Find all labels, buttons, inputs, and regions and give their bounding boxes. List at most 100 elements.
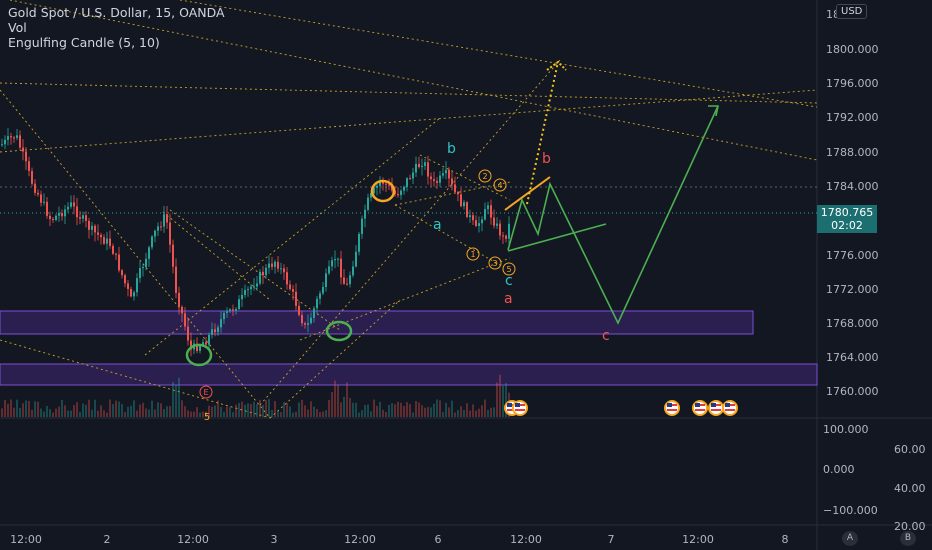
volume-bar	[472, 404, 474, 417]
volume-bar	[118, 401, 120, 417]
candle-body	[43, 201, 45, 203]
candle-body	[115, 253, 117, 255]
volume-bar	[277, 410, 279, 417]
zone-upper[interactable]	[0, 310, 754, 335]
volume-bar	[136, 410, 138, 417]
currency-button[interactable]: USD	[836, 4, 868, 19]
candle-body	[505, 235, 507, 239]
candle-body	[154, 230, 156, 237]
candle-body	[16, 135, 18, 138]
candle-body	[112, 245, 114, 254]
candle-body	[232, 309, 234, 311]
candle-body	[247, 289, 249, 291]
candle-body	[40, 194, 42, 203]
volume-bar	[430, 407, 432, 417]
usd-flag-icon[interactable]	[708, 400, 724, 416]
indicator-axis-left[interactable]: 100.000 0.000 −100.000	[823, 423, 878, 517]
legend-indicator[interactable]: Engulfing Candle (5, 10)	[8, 35, 225, 50]
volume-bar	[301, 399, 303, 417]
candle-body	[301, 314, 303, 324]
usd-flag-icon[interactable]	[722, 400, 738, 416]
candle-body	[421, 165, 423, 168]
volume-bar	[466, 403, 468, 417]
legend-symbol-title[interactable]: Gold Spot / U.S. Dollar, 15, OANDA	[8, 5, 225, 20]
candle-body	[436, 180, 438, 183]
candle-body	[25, 151, 27, 162]
usd-flag-icon[interactable]	[512, 400, 528, 416]
volume-bar	[124, 412, 126, 417]
volume-bar	[502, 385, 504, 417]
volume-bar	[289, 406, 291, 417]
volume-bar	[355, 402, 357, 417]
candle-body	[199, 345, 201, 351]
volume-bar	[307, 409, 309, 417]
price-label: 1784.000	[826, 180, 879, 193]
volume-bar	[415, 400, 417, 417]
candle-body	[286, 272, 288, 285]
candle-body	[229, 309, 231, 312]
indicator-left-label: 0.000	[823, 463, 855, 476]
candle-body	[493, 217, 495, 226]
volume-bar	[142, 402, 144, 417]
usd-flag-icon[interactable]	[692, 400, 708, 416]
legend-volume[interactable]: Vol	[8, 20, 225, 35]
chart-canvas[interactable]: b a c a b c 2 4 1 3 5 E 5 1800.0001796.0…	[0, 0, 932, 550]
price-label: 1792.000	[826, 111, 879, 124]
candle-body	[157, 226, 159, 231]
candle-body	[412, 172, 414, 179]
candle-body	[124, 275, 126, 284]
candle-body	[181, 306, 183, 314]
volume-bar	[223, 411, 225, 417]
time-label: 7	[608, 533, 615, 546]
main-pane[interactable]	[0, 0, 817, 417]
volume-bar	[295, 411, 297, 417]
chart-legend[interactable]: Gold Spot / U.S. Dollar, 15, OANDA Vol E…	[8, 5, 225, 50]
candle-body	[220, 319, 222, 328]
auto-scale-button[interactable]: A	[842, 531, 858, 546]
candle-body	[502, 235, 504, 237]
volume-bar	[385, 411, 387, 417]
candle-body	[241, 294, 243, 300]
candle-body	[457, 191, 459, 195]
volume-bar	[97, 410, 99, 417]
volume-bar	[370, 411, 372, 417]
indicator-axis-right[interactable]: 60.0040.0020.00	[894, 443, 926, 533]
bar-countdown: 02:02	[831, 219, 863, 232]
candle-body	[475, 220, 477, 226]
time-label: 6	[435, 533, 442, 546]
candle-body	[4, 139, 6, 145]
candle-body	[244, 289, 246, 295]
volume-bar	[346, 382, 348, 417]
candle-body	[499, 223, 501, 236]
volume-bar	[199, 412, 201, 417]
volume-bar	[127, 406, 129, 417]
candle-body	[427, 162, 429, 177]
volume-bar	[19, 407, 21, 417]
usd-flag-icon[interactable]	[664, 400, 680, 416]
circle-5-bottom-label: 5	[204, 412, 210, 423]
volume-bar	[88, 399, 90, 417]
volume-bar	[400, 402, 402, 417]
candle-body	[448, 170, 450, 179]
time-axis[interactable]: 12:00 2 12:00 3 12:00 6 12:00 7 12:00 8	[10, 533, 788, 546]
candle-body	[271, 263, 273, 267]
indicator-scale-button[interactable]: B	[900, 531, 916, 546]
zone-lower[interactable]	[0, 363, 818, 386]
candle-body	[85, 215, 87, 221]
candle-body	[310, 317, 312, 324]
indicator-right-label: 40.00	[894, 482, 926, 495]
candle-body	[343, 277, 345, 284]
candle-body	[34, 183, 36, 193]
candle-body	[10, 136, 12, 138]
candle-body	[472, 215, 474, 221]
candle-body	[397, 193, 399, 196]
candle-body	[439, 175, 441, 183]
volume-bar	[28, 400, 30, 417]
candle-body	[451, 178, 453, 185]
volume-bar	[331, 392, 333, 417]
volume-bar	[373, 399, 375, 417]
volume-bar	[250, 403, 252, 417]
volume-bar	[418, 402, 420, 417]
candle-body	[304, 323, 306, 325]
candle-body	[235, 309, 237, 311]
